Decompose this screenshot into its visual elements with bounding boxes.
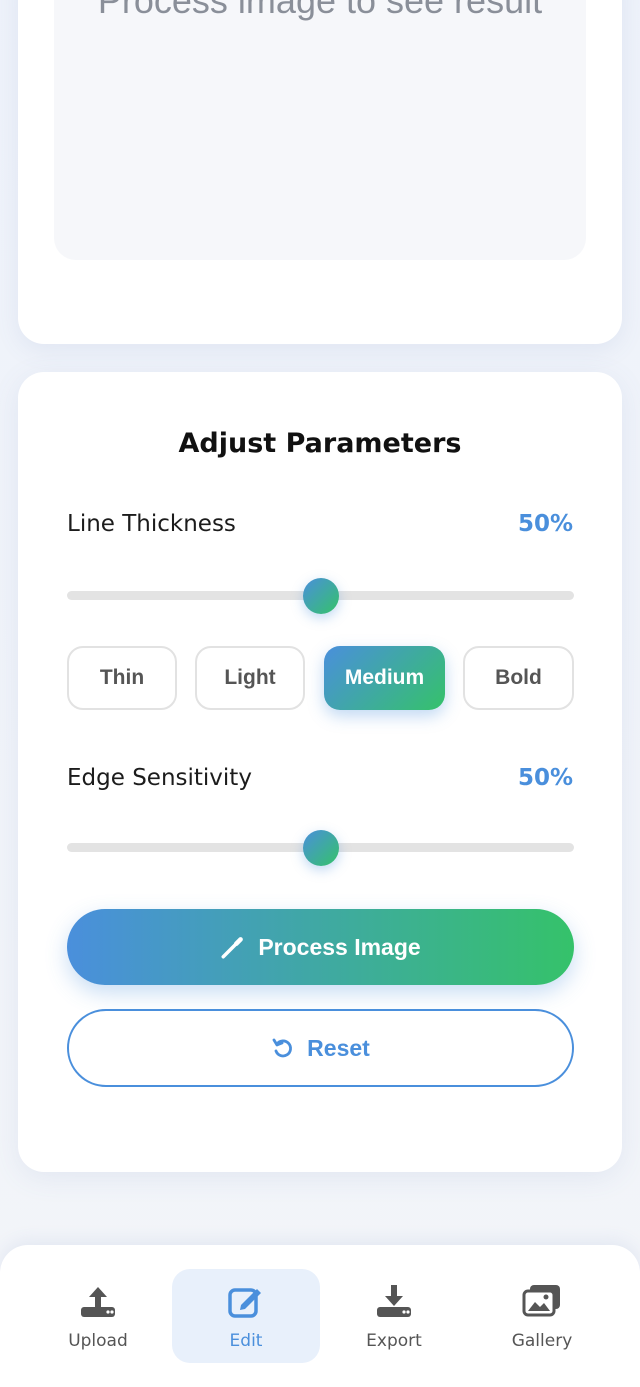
result-preview-area: Process image to see result (54, 0, 586, 260)
edit-icon (226, 1281, 266, 1321)
line-thickness-value: 50% (517, 511, 573, 537)
nav-gallery-label: Gallery (511, 1331, 573, 1351)
nav-upload[interactable]: Upload (24, 1269, 172, 1363)
nav-edit-label: Edit (229, 1331, 263, 1351)
bottom-navigation: Upload Edit Export Gallery (0, 1245, 640, 1387)
preset-thin-button[interactable]: Thin (67, 646, 177, 710)
undo-icon (271, 1036, 295, 1060)
nav-upload-label: Upload (68, 1331, 128, 1351)
line-thickness-label: Line Thickness (67, 511, 236, 537)
thickness-presets: Thin Light Medium Bold (67, 646, 574, 710)
wand-icon (220, 934, 246, 960)
preview-card: Process image to see result (18, 0, 622, 344)
line-thickness-slider-thumb[interactable] (302, 577, 339, 614)
reset-button[interactable]: Reset (67, 1009, 574, 1087)
line-thickness-slider[interactable] (67, 577, 574, 614)
nav-export[interactable]: Export (320, 1269, 468, 1363)
edge-sensitivity-label: Edge Sensitivity (67, 765, 252, 791)
app-screen: Process image to see result Adjust Param… (0, 0, 640, 1387)
edge-sensitivity-slider-thumb[interactable] (302, 829, 339, 866)
process-image-button[interactable]: Process Image (67, 909, 574, 985)
upload-icon (78, 1281, 118, 1321)
nav-gallery[interactable]: Gallery (468, 1269, 616, 1363)
edge-sensitivity-slider[interactable] (67, 829, 574, 866)
preset-light-button[interactable]: Light (195, 646, 305, 710)
process-image-label: Process Image (258, 933, 421, 960)
preset-bold-button[interactable]: Bold (463, 646, 574, 710)
preview-placeholder-text: Process image to see result (97, 0, 543, 21)
parameters-title: Adjust Parameters (178, 428, 462, 459)
preset-medium-button[interactable]: Medium (324, 646, 445, 710)
gallery-icon (522, 1281, 562, 1321)
nav-export-label: Export (366, 1331, 422, 1351)
download-icon (374, 1281, 414, 1321)
edge-sensitivity-value: 50% (517, 765, 573, 791)
nav-edit[interactable]: Edit (172, 1269, 320, 1363)
parameters-card: Adjust Parameters Line Thickness 50% Thi… (18, 372, 622, 1172)
reset-label: Reset (307, 1034, 370, 1061)
